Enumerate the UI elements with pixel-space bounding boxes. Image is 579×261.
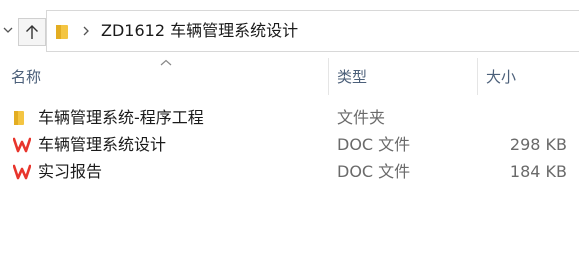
sort-ascending-icon bbox=[160, 58, 172, 70]
file-name: 车辆管理系统-程序工程 bbox=[38, 108, 204, 127]
folder-icon bbox=[13, 110, 31, 126]
file-explorer-window: ZD1612 车辆管理系统设计 名称 类型 大小 车辆管理系统-程序工程 文件夹 bbox=[0, 0, 579, 261]
file-type: DOC 文件 bbox=[337, 162, 411, 181]
file-row[interactable]: 实习报告 DOC 文件 184 KB bbox=[0, 159, 579, 185]
file-row[interactable]: 车辆管理系统设计 DOC 文件 298 KB bbox=[0, 132, 579, 158]
file-name: 实习报告 bbox=[38, 162, 103, 181]
column-header-name[interactable]: 名称 bbox=[11, 66, 41, 88]
recent-locations-chevron-icon[interactable] bbox=[3, 23, 13, 37]
address-bar[interactable]: ZD1612 车辆管理系统设计 bbox=[46, 10, 579, 52]
column-divider[interactable] bbox=[477, 58, 478, 95]
column-divider[interactable] bbox=[328, 58, 329, 95]
up-button[interactable] bbox=[18, 18, 46, 46]
column-header-type[interactable]: 类型 bbox=[337, 66, 367, 88]
column-header-row: 名称 类型 大小 bbox=[0, 58, 579, 95]
column-header-size[interactable]: 大小 bbox=[486, 66, 516, 88]
folder-icon bbox=[56, 24, 68, 39]
wps-doc-icon bbox=[12, 137, 32, 153]
file-size: 184 KB bbox=[509, 162, 567, 181]
arrow-up-icon bbox=[26, 25, 38, 39]
file-size: 298 KB bbox=[509, 135, 567, 154]
file-type: 文件夹 bbox=[337, 108, 386, 127]
file-name: 车辆管理系统设计 bbox=[38, 135, 167, 154]
file-row[interactable]: 车辆管理系统-程序工程 文件夹 bbox=[0, 105, 579, 131]
file-type: DOC 文件 bbox=[337, 135, 411, 154]
breadcrumb-separator-icon bbox=[81, 21, 91, 46]
wps-doc-icon bbox=[12, 164, 32, 180]
breadcrumb-path[interactable]: ZD1612 车辆管理系统设计 bbox=[101, 20, 298, 42]
